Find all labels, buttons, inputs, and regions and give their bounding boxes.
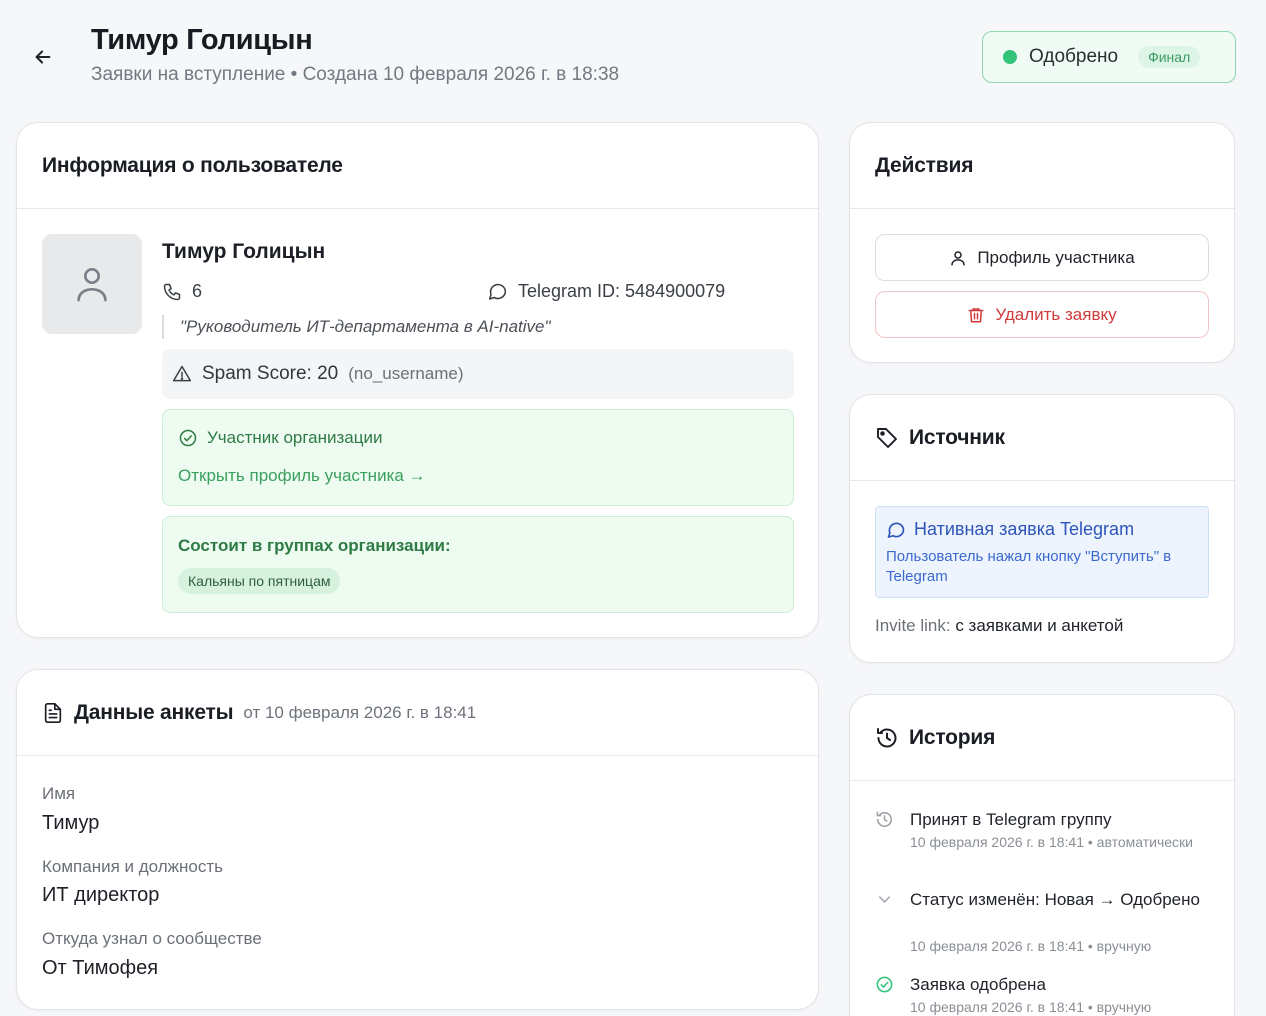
field-label-source: Откуда узнал о сообществе <box>42 929 262 948</box>
telegram-id-value: Telegram ID: 5484900079 <box>518 281 726 301</box>
phone-icon <box>163 283 181 300</box>
user-icon <box>951 250 966 265</box>
history-item-meta: 10 февраля 2026 г. в 18:41 • автоматичес… <box>910 834 1193 850</box>
chevron-down-icon <box>878 896 891 903</box>
avatar <box>42 234 142 334</box>
member-status-box: Участник организации Открыть профиль уча… <box>162 409 794 506</box>
message-circle-icon <box>887 522 905 538</box>
open-member-profile-link[interactable]: Открыть профиль участника → <box>178 466 426 486</box>
history-heading: История <box>850 695 1234 781</box>
survey-card: Данные анкеты от 10 февраля 2026 г. в 18… <box>16 669 819 1010</box>
history-item-text: Заявка одобрена <box>910 975 1046 994</box>
history-item-meta: 10 февраля 2026 г. в 18:41 • вручную <box>910 938 1152 954</box>
delete-request-button[interactable]: Удалить заявку <box>875 291 1209 338</box>
message-circle-icon <box>488 283 507 300</box>
field-value-name: Тимур <box>42 812 100 834</box>
history-heading-text: История <box>909 725 996 749</box>
status-dot-icon <box>1003 50 1017 64</box>
check-circle-icon <box>876 976 893 993</box>
source-heading-text: Источник <box>909 425 1005 449</box>
spam-score-box: Spam Score: 20 (no_username) <box>162 349 794 399</box>
source-type-title: Нативная заявка Telegram <box>914 519 1135 539</box>
group-tag: Кальяны по пятницам <box>178 568 341 594</box>
survey-heading-text: Данные анкеты <box>74 700 234 724</box>
invite-link-label: Invite link: <box>875 616 951 635</box>
source-heading: Источник <box>850 395 1234 481</box>
actions-heading-text: Действия <box>875 153 974 177</box>
source-type-box: Нативная заявка Telegram Пользователь на… <box>875 506 1209 598</box>
source-type: Нативная заявка Telegram <box>886 519 1134 540</box>
user-bio: "Руководитель ИТ-департамента в AI-nativ… <box>162 315 551 339</box>
history-card: История Принят в Telegram группу 10 февр… <box>849 694 1235 1016</box>
member-profile-button-label: Профиль участника <box>977 247 1135 267</box>
trash-icon <box>968 307 984 322</box>
final-badge: Финал <box>1138 46 1201 68</box>
survey-heading: Данные анкеты от 10 февраля 2026 г. в 18… <box>17 670 818 756</box>
source-card: Источник Нативная заявка Telegram Пользо… <box>849 394 1235 663</box>
user-info-heading-text: Информация о пользователе <box>42 153 343 177</box>
warning-triangle-icon <box>172 365 192 382</box>
page-header: Тимур Голицын Заявки на вступление • Соз… <box>0 0 1266 110</box>
delete-request-button-label: Удалить заявку <box>995 304 1117 324</box>
history-item-text: Статус изменён: Новая → Одобрено <box>910 890 1200 909</box>
history-item-meta: 10 февраля 2026 г. в 18:41 • вручную <box>910 999 1152 1015</box>
field-value-source: От Тимофея <box>42 957 159 979</box>
actions-card: Действия Профиль участника Удалить заявк… <box>849 122 1235 363</box>
user-phone: 6 <box>162 281 202 302</box>
field-label-company: Компания и должность <box>42 857 224 876</box>
invite-link: Invite link: с заявками и анкетой <box>875 616 1123 636</box>
source-type-description: Пользователь нажал кнопку "Вступить" в T… <box>886 548 1172 585</box>
field-label-name: Имя <box>42 784 76 803</box>
status-label: Одобрено <box>1029 46 1119 67</box>
survey-date: от 10 февраля 2026 г. в 18:41 <box>243 702 477 722</box>
member-profile-button[interactable]: Профиль участника <box>875 234 1209 281</box>
file-text-icon <box>44 702 62 723</box>
page-subtitle: Заявки на вступление • Создана 10 феврал… <box>91 64 620 85</box>
groups-title: Состоит в группах организации: <box>178 536 451 555</box>
user-telegram-id: Telegram ID: 5484900079 <box>487 281 725 302</box>
actions-heading: Действия <box>850 123 1234 209</box>
user-info-heading: Информация о пользователе <box>17 123 818 209</box>
tag-icon <box>877 427 897 448</box>
status-badge: Одобрено Финал <box>982 31 1236 83</box>
history-icon <box>877 727 897 747</box>
member-status: Участник организации <box>178 428 383 448</box>
spam-score: Spam Score: 20 <box>202 363 339 384</box>
groups-box: Состоит в группах организации: Кальяны п… <box>162 516 794 613</box>
user-info-card: Информация о пользователе Тимур Голицын … <box>16 122 819 638</box>
field-value-company: ИТ директор <box>42 884 160 906</box>
page-title: Тимур Голицын <box>91 24 313 56</box>
phone-value: 6 <box>192 281 203 301</box>
member-status-text: Участник организации <box>207 428 383 447</box>
history-icon <box>876 811 892 828</box>
arrow-left-icon <box>35 50 51 64</box>
user-icon <box>77 268 107 302</box>
check-circle-icon <box>179 429 197 447</box>
invite-link-value: с заявками и анкетой <box>955 616 1124 635</box>
back-button[interactable] <box>28 42 58 72</box>
history-item-text: Принят в Telegram группу <box>910 810 1112 829</box>
user-name: Тимур Голицын <box>162 240 326 263</box>
spam-reason: (no_username) <box>348 364 464 383</box>
